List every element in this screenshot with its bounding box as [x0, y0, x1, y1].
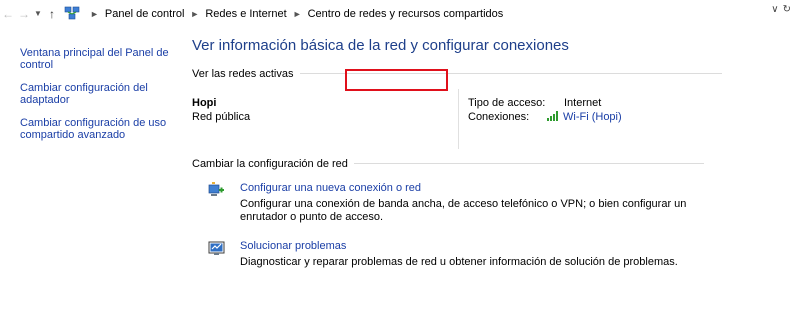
task-troubleshoot: Solucionar problemas Diagnosticar y repa…	[192, 238, 752, 288]
refresh-icon[interactable]: ↻	[783, 4, 791, 15]
access-type-value: Internet	[564, 97, 602, 109]
breadcrumb-redes-internet[interactable]: Redes e Internet	[205, 8, 286, 20]
troubleshoot-link[interactable]: Solucionar problemas	[240, 240, 346, 252]
left-nav: Ventana principal del Panel de control C…	[20, 47, 170, 152]
breadcrumb-separator: ►	[90, 8, 99, 19]
troubleshoot-icon	[208, 240, 226, 257]
active-network: Hopi Red pública Tipo de acceso: Internet…	[192, 89, 752, 153]
wifi-connection-link[interactable]: Wi-Fi (Hopi)	[547, 111, 622, 123]
network-name: Hopi	[192, 97, 217, 109]
divider	[458, 89, 459, 149]
left-nav-advanced-sharing-link[interactable]: Cambiar configuración de uso compartido …	[20, 117, 170, 141]
divider	[353, 163, 704, 164]
main-content: Ver información básica de la red y confi…	[192, 37, 752, 288]
connections-row: Conexiones: Wi-Fi (Hopi)	[468, 111, 622, 123]
highlight-box	[345, 69, 448, 91]
access-type-row: Tipo de acceso: Internet	[468, 97, 601, 109]
breadcrumb-separator: ►	[190, 8, 200, 19]
change-settings-heading-text: Cambiar la configuración de red	[192, 157, 348, 170]
back-arrow-icon[interactable]: ←	[0, 5, 16, 23]
new-connection-icon	[208, 182, 226, 199]
active-networks-heading: Ver las redes activas	[192, 67, 752, 80]
new-connection-link[interactable]: Configurar una nueva conexión o red	[240, 182, 421, 194]
network-center-icon	[64, 6, 80, 21]
address-dropdown-icon[interactable]: ∨	[771, 4, 778, 15]
wifi-connection-link-text[interactable]: Wi-Fi (Hopi)	[563, 111, 622, 123]
forward-arrow-icon[interactable]: →	[16, 5, 32, 23]
breadcrumb-panel-control[interactable]: Panel de control	[105, 8, 185, 20]
network-type: Red pública	[192, 111, 251, 123]
address-bar: ← → ▼ ↑ ► Panel de control ► Redes e Int…	[0, 0, 797, 27]
active-networks-heading-text: Ver las redes activas	[192, 67, 294, 80]
task-new-connection: Configurar una nueva conexión o red Conf…	[192, 180, 752, 230]
connections-label: Conexiones:	[468, 111, 530, 123]
troubleshoot-description: Diagnosticar y reparar problemas de red …	[240, 256, 678, 268]
breadcrumb-centro-redes[interactable]: Centro de redes y recursos compartidos	[308, 8, 504, 20]
change-settings-heading: Cambiar la configuración de red	[192, 157, 752, 170]
access-type-label: Tipo de acceso:	[468, 97, 546, 109]
breadcrumb: ► Panel de control ► Redes e Internet ► …	[64, 5, 503, 23]
recent-dropdown-icon[interactable]: ▼	[32, 5, 44, 23]
wifi-signal-icon	[547, 111, 560, 121]
left-nav-adapter-settings-link[interactable]: Cambiar configuración del adaptador	[20, 82, 170, 106]
new-connection-description: Configurar una conexión de banda ancha, …	[240, 198, 687, 223]
page-title: Ver información básica de la red y confi…	[192, 37, 569, 54]
breadcrumb-separator: ►	[292, 8, 302, 19]
up-arrow-icon[interactable]: ↑	[44, 5, 60, 23]
left-nav-home-link[interactable]: Ventana principal del Panel de control	[20, 47, 170, 71]
